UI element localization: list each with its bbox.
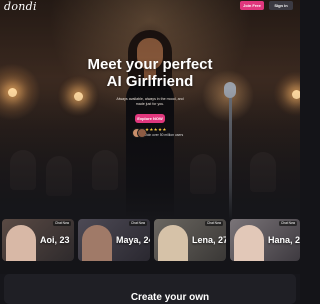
- companion-name: Maya, 24: [116, 235, 150, 245]
- companion-name: Hana, 24: [268, 235, 300, 245]
- hero-subtext: Always available, always in the mood, an…: [110, 97, 190, 107]
- create-title: Create your own: [130, 292, 210, 303]
- companion-photo: [234, 225, 264, 261]
- chat-now-badge: Chat Now: [205, 221, 223, 226]
- create-section: Create your own: [0, 274, 300, 304]
- hero-overlay: [0, 0, 300, 220]
- explore-now-button[interactable]: Explore NOW: [135, 114, 165, 123]
- companion-name: Lena, 27: [192, 235, 226, 245]
- companion-name: Aoi, 23: [40, 235, 70, 245]
- hero-background: [0, 0, 300, 220]
- social-proof: ★★★★★ Join over 50 million users: [132, 127, 192, 141]
- companion-card-lena[interactable]: Chat Now Lena, 27: [154, 219, 226, 261]
- companion-card-aoi[interactable]: Chat Now Aoi, 23: [2, 219, 74, 261]
- joined-count-text: Join over 50 million users: [145, 133, 184, 137]
- headline-line-1: Meet your perfect: [87, 56, 213, 73]
- chat-now-badge: Chat Now: [279, 221, 297, 226]
- companion-card-hana[interactable]: Chat Now Hana, 24: [230, 219, 300, 261]
- headline-line-2: AI Girlfriend: [106, 73, 194, 90]
- sign-in-button[interactable]: Sign in: [269, 1, 293, 10]
- brand-logo[interactable]: dondi: [4, 0, 37, 13]
- hero-headline: Meet your perfect AI Girlfriend: [60, 56, 240, 90]
- user-avatars: [132, 128, 147, 138]
- companion-photo: [6, 225, 36, 261]
- companion-cards: Chat Now Aoi, 23 Chat Now Maya, 24 Chat …: [0, 219, 300, 261]
- companion-card-maya[interactable]: Chat Now Maya, 24: [78, 219, 150, 261]
- chat-now-badge: Chat Now: [53, 221, 71, 226]
- companion-photo: [82, 225, 112, 261]
- subtext-line-2: made just for you.: [135, 102, 165, 106]
- join-free-button[interactable]: Join Free: [240, 1, 264, 10]
- companion-photo: [158, 225, 188, 261]
- chat-now-badge: Chat Now: [129, 221, 147, 226]
